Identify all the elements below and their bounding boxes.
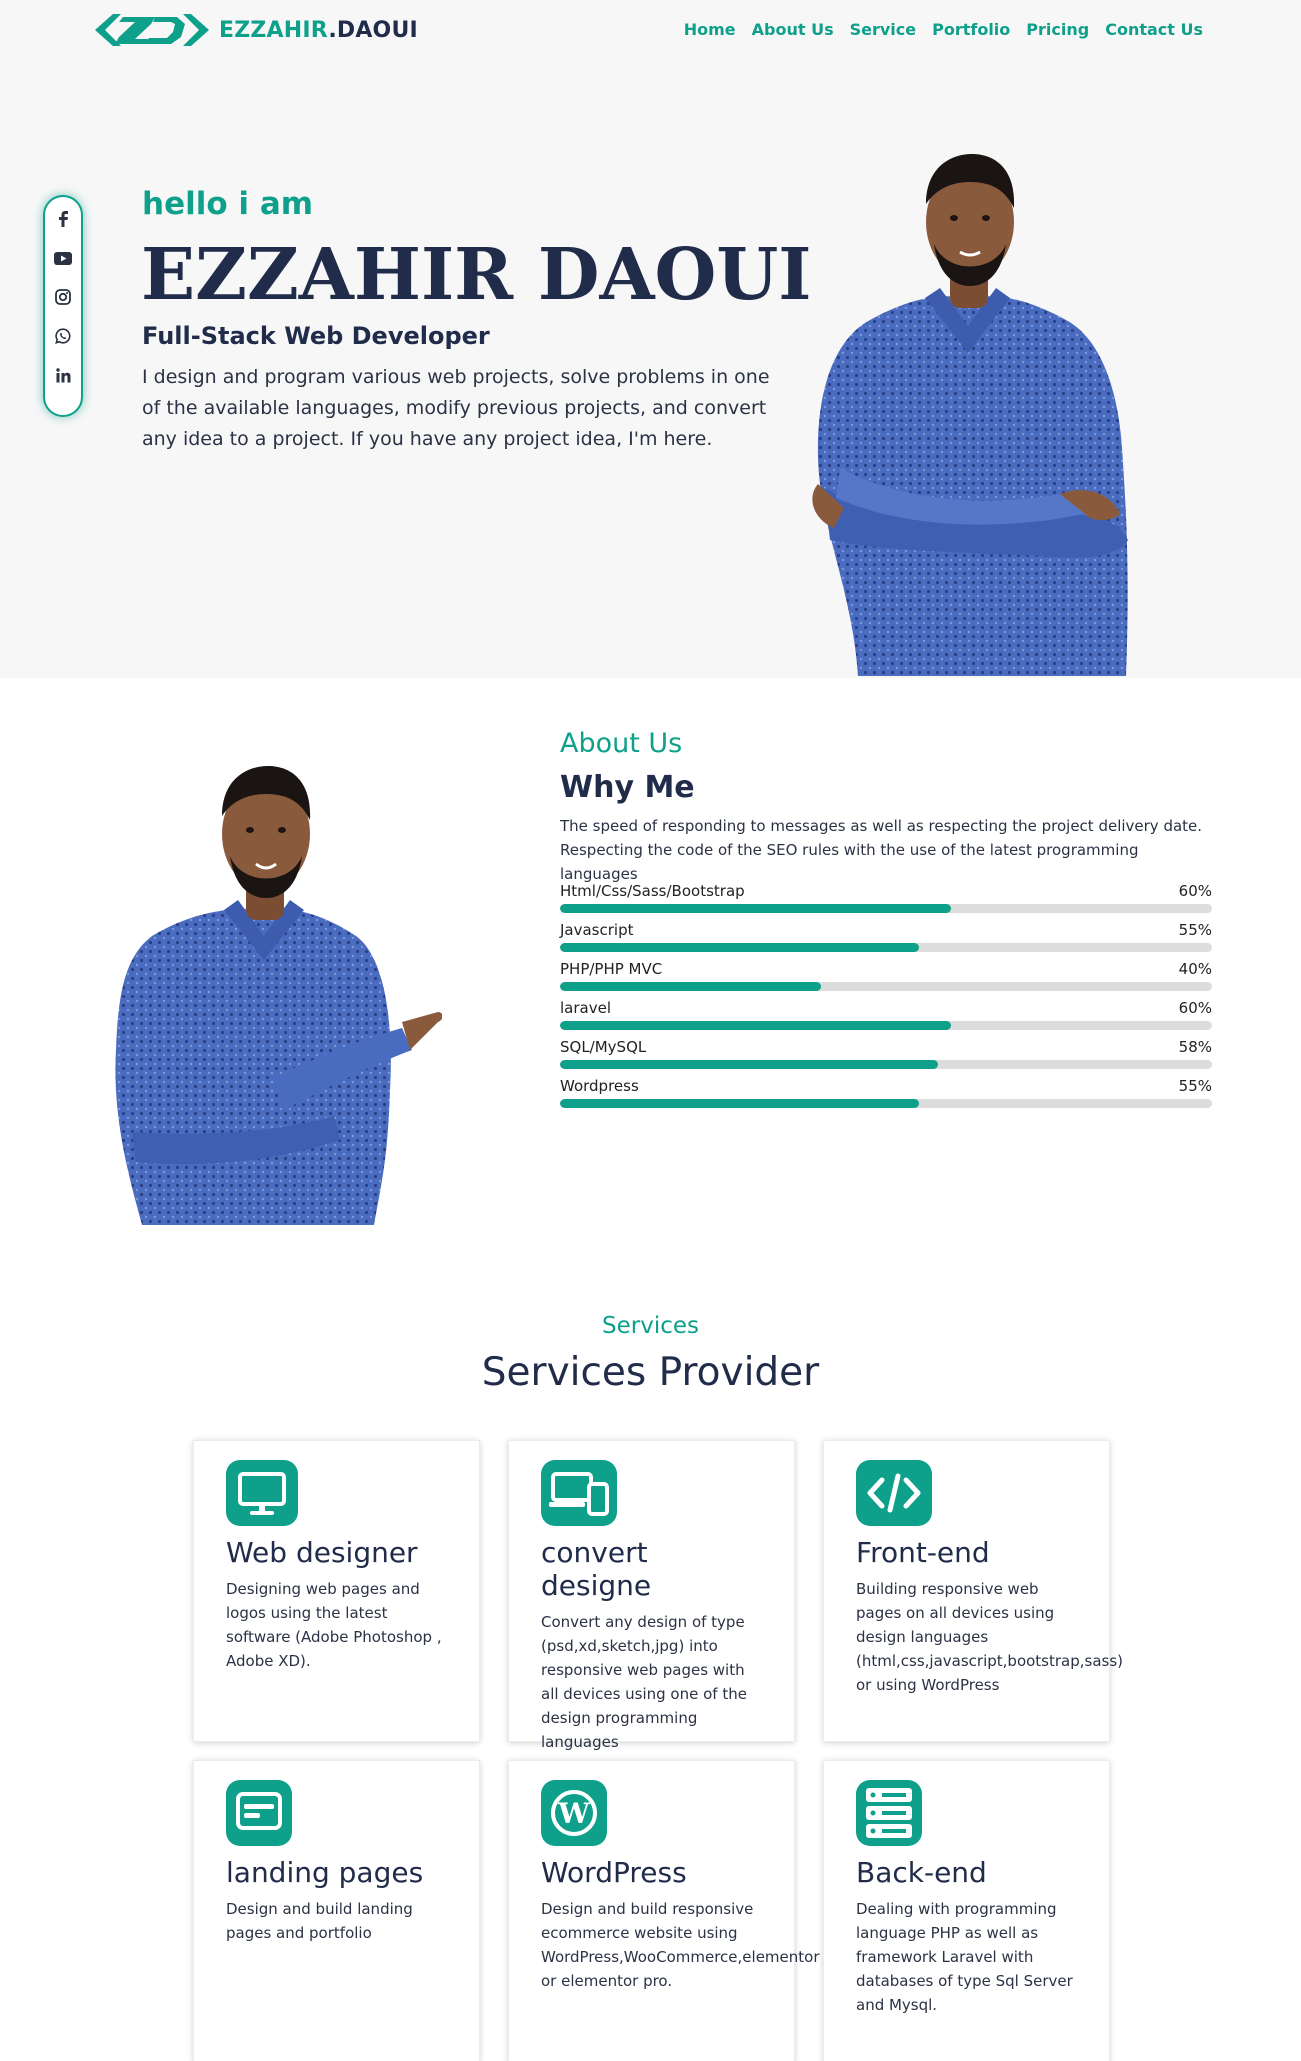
hero-greeting: hello i am [142,186,314,222]
instagram-icon[interactable] [53,287,73,307]
service-card-back-end[interactable]: Back-end Dealing with programming langua… [823,1760,1110,2061]
skill-progress-fill [560,1060,939,1069]
nav-pricing[interactable]: Pricing [1026,20,1089,39]
hero-description: I design and program various web project… [142,366,770,450]
hero-portrait-image [800,148,1140,676]
service-title: convert designe [541,1536,652,1602]
skill-item: laravel 60% [560,999,1212,1038]
skill-percent: 55% [1178,1077,1212,1095]
skill-percent: 58% [1178,1038,1212,1056]
server-icon [856,1780,932,1846]
youtube-icon[interactable] [53,248,73,268]
nav-home[interactable]: Home [684,20,736,39]
hero-name: EZZAHIR DAOUI [141,232,812,316]
about-portrait-image [112,760,442,1225]
service-card-landing-pages[interactable]: landing pages Design and build landing p… [193,1760,480,2061]
service-description: Dealing with programming language PHP as… [856,1900,1073,2014]
skill-percent: 40% [1178,960,1212,978]
main-nav: Home About Us Service Portfolio Pricing … [684,20,1203,39]
skill-name: SQL/MySQL [560,1038,647,1056]
service-card-convert-design[interactable]: convert designe Convert any design of ty… [508,1440,795,1751]
about-description: The speed of responding to messages as w… [560,817,1203,883]
facebook-icon[interactable] [53,209,73,229]
social-links-bar [43,195,83,417]
skill-percent: 60% [1178,999,1212,1017]
services-subtitle: Services [602,1313,699,1339]
zd-logo-icon [95,14,209,46]
landing-page-icon [226,1780,302,1846]
skill-progress-fill [560,1099,919,1108]
nav-about-us[interactable]: About Us [752,20,834,39]
skill-name: Wordpress [560,1077,639,1095]
skill-item: Html/Css/Sass/Bootstrap 60% [560,882,1212,921]
skill-name: PHP/PHP MVC [560,960,663,978]
linkedin-icon[interactable] [53,365,73,385]
skill-progress-track [560,982,1212,991]
service-description: Design and build responsive ecommerce we… [541,1900,820,1990]
service-card-web-designer[interactable]: Web designer Designing web pages and log… [193,1440,480,1742]
skill-name: Html/Css/Sass/Bootstrap [560,882,745,900]
site-logo[interactable]: EZZAHIR.DAOUI [93,12,418,48]
whatsapp-icon[interactable] [53,326,73,346]
about-title: Why Me [560,770,695,805]
nav-portfolio[interactable]: Portfolio [932,20,1010,39]
logo-text-part1: EZZAHIR [219,17,329,43]
skill-percent: 55% [1178,921,1212,939]
skill-item: PHP/PHP MVC 40% [560,960,1212,999]
service-title: Back-end [856,1856,987,1889]
about-subtitle: About Us [560,728,683,759]
service-card-front-end[interactable]: Front-end Building responsive web pages … [823,1440,1124,1742]
skill-progress-track [560,1099,1212,1108]
service-title: Front-end [856,1536,990,1569]
service-title: WordPress [541,1856,687,1889]
skill-progress-fill [560,943,919,952]
skill-progress-track [560,1060,1212,1069]
devices-icon [541,1460,617,1526]
skill-item: SQL/MySQL 58% [560,1038,1212,1077]
services-title: Services Provider [481,1350,820,1395]
skill-progress-track [560,1021,1212,1030]
service-description: Designing web pages and logos using the … [226,1580,442,1670]
skill-progress-fill [560,904,952,913]
skill-progress-fill [560,1021,952,1030]
skill-progress-track [560,904,1212,913]
service-card-wordpress[interactable]: W WordPress Design and build responsive … [508,1760,820,2061]
skill-progress-fill [560,982,821,991]
service-title: Web designer [226,1536,418,1569]
service-description: Design and build landing pages and portf… [226,1900,413,1942]
hero-section: EZZAHIR.DAOUI Home About Us Service Port… [0,0,1301,678]
nav-service[interactable]: Service [850,20,917,39]
skill-name: Javascript [560,921,634,939]
skill-item: Wordpress 55% [560,1077,1212,1116]
svg-text:W: W [557,1797,590,1830]
monitor-icon [226,1460,302,1526]
skills-list: Html/Css/Sass/Bootstrap 60% Javascript 5… [560,882,1212,1116]
skill-percent: 60% [1178,882,1212,900]
code-icon [856,1460,932,1526]
service-description: Building responsive web pages on all dev… [856,1580,1124,1694]
service-description: Convert any design of type (psd,xd,sketc… [541,1613,747,1751]
nav-contact-us[interactable]: Contact Us [1105,20,1203,39]
skill-progress-track [560,943,1212,952]
services-grid: Web designer Designing web pages and log… [193,1440,1124,2061]
service-title: landing pages [226,1856,424,1889]
skill-name: laravel [560,999,611,1017]
skill-item: Javascript 55% [560,921,1212,960]
hero-role: Full-Stack Web Developer [142,322,490,350]
wordpress-icon: W [541,1780,617,1846]
logo-text-part2: .DAOUI [328,17,418,43]
